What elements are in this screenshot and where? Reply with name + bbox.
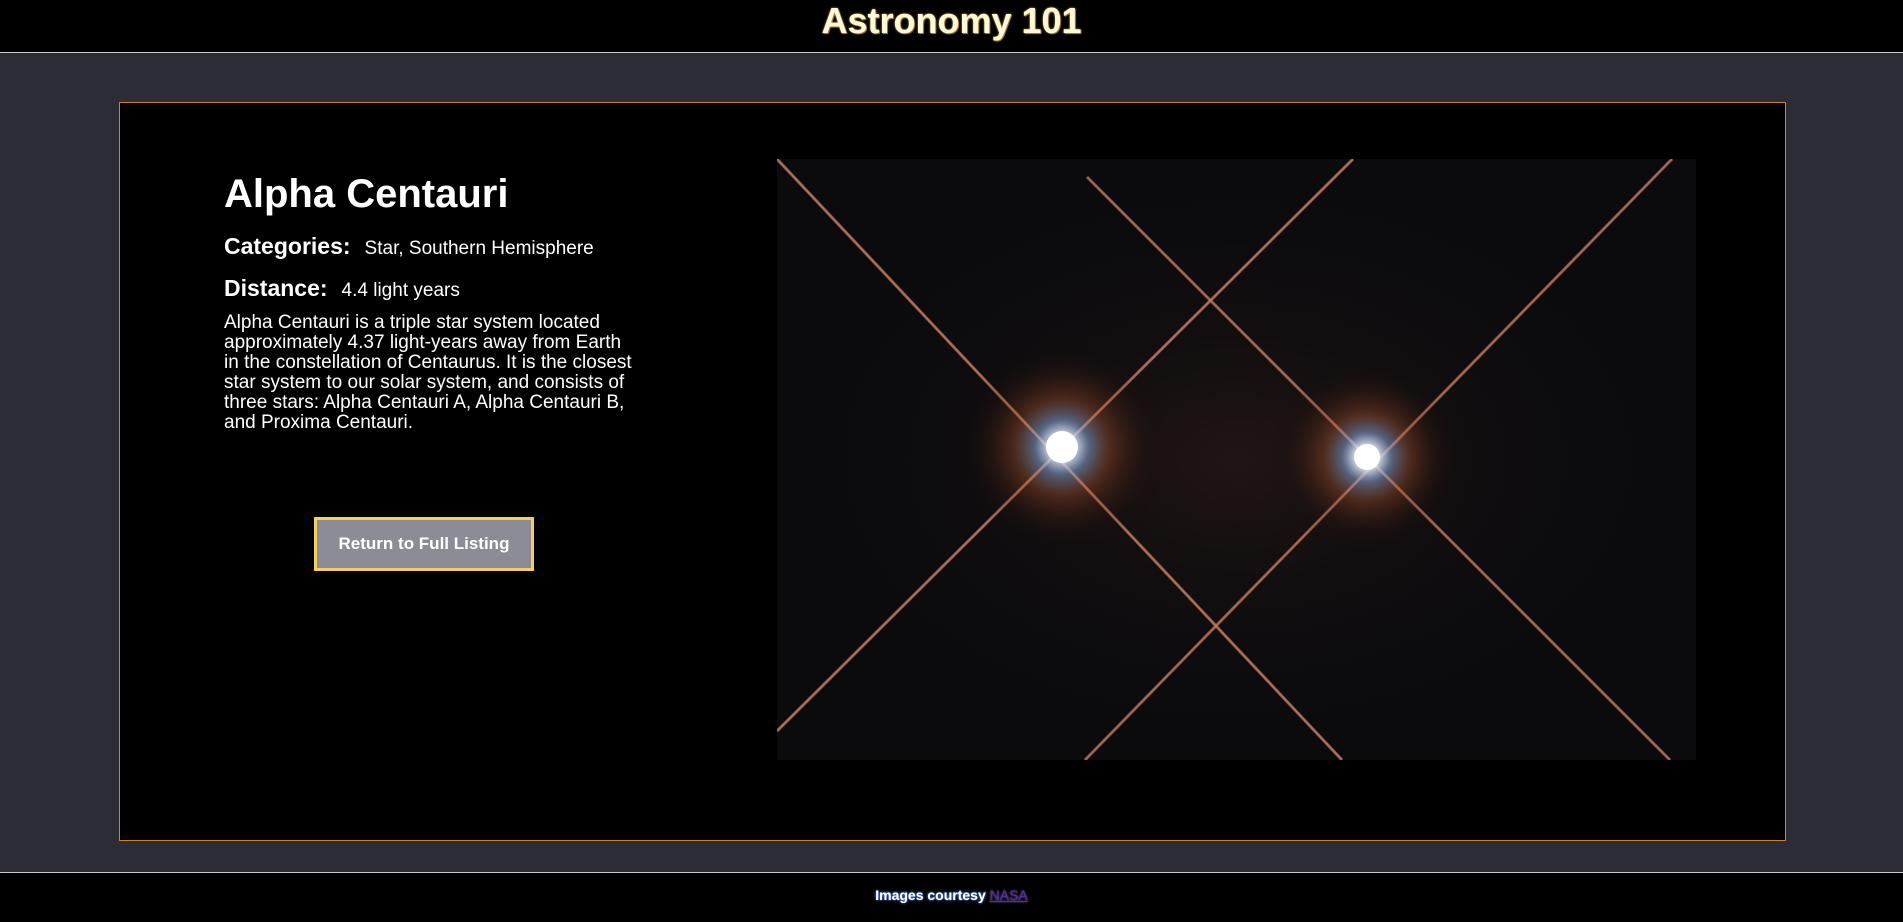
- site-title: Astronomy 101: [821, 0, 1082, 41]
- image-credit-text: Images courtesy: [875, 887, 986, 903]
- distance-label: Distance:: [224, 275, 328, 301]
- detail-card: Alpha Centauri Categories: Star, Southern…: [119, 102, 1786, 841]
- nasa-link[interactable]: NASA: [990, 887, 1028, 903]
- return-to-listing-button[interactable]: Return to Full Listing: [314, 517, 534, 571]
- object-description: Alpha Centauri is a triple star system l…: [224, 312, 632, 433]
- distance-value: 4.4 light years: [341, 280, 460, 301]
- categories-value: Star, Southern Hemisphere: [364, 238, 594, 259]
- categories-label: Categories:: [224, 233, 351, 259]
- site-footer: Images courtesy NASA: [0, 872, 1903, 922]
- object-title: Alpha Centauri: [224, 172, 509, 216]
- distance-row: Distance: 4.4 light years: [224, 276, 644, 303]
- categories-row: Categories: Star, Southern Hemisphere: [224, 234, 644, 261]
- site-header: Astronomy 101: [0, 0, 1903, 53]
- object-info: Alpha Centauri Categories: Star, Southern…: [224, 171, 644, 452]
- star-photo: [777, 159, 1696, 760]
